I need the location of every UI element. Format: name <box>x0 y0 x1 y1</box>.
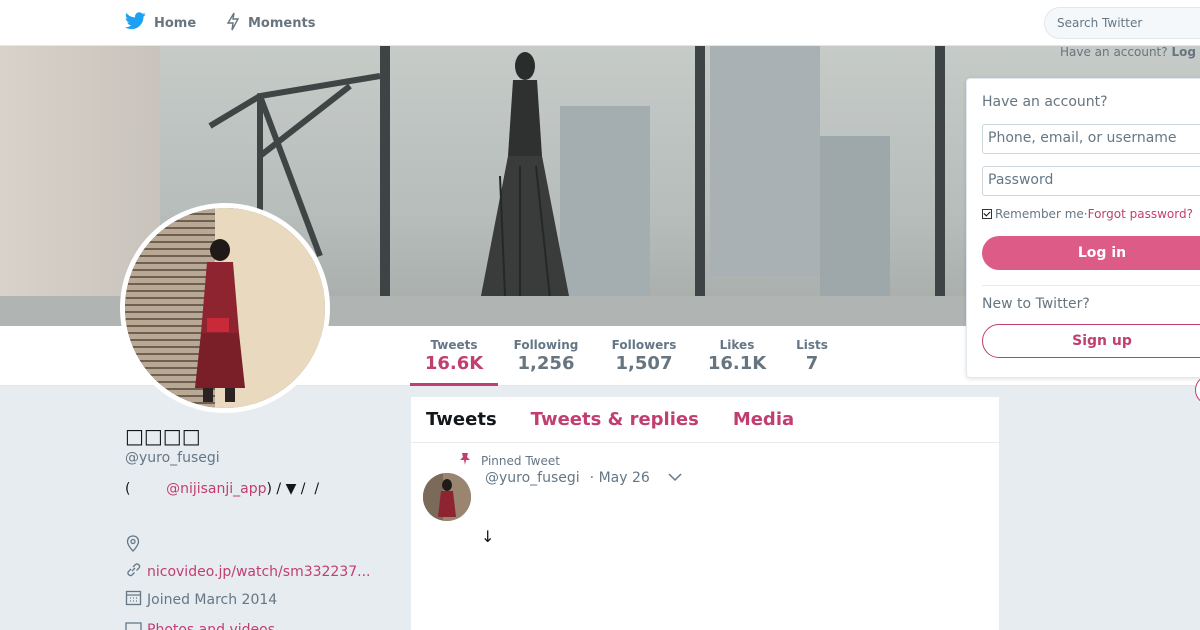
tweet-avatar[interactable] <box>423 473 471 521</box>
stat-value: 1,256 <box>517 353 575 374</box>
forgot-password-link[interactable]: Forgot password? <box>1088 207 1193 221</box>
username-placeholder: Phone, email, or username <box>988 130 1177 146</box>
twitter-bird-icon <box>125 12 154 34</box>
chevron-down-icon[interactable] <box>650 470 682 486</box>
photos-videos-link[interactable]: Photos and videos <box>147 622 275 630</box>
banner-window-frame <box>695 46 705 326</box>
login-title: Have an account? <box>982 94 1108 110</box>
avatar-person <box>195 239 245 402</box>
tweet-handle[interactable]: @yuro_fusegi <box>485 470 580 486</box>
profile-handle[interactable]: @yuro_fusegi <box>125 450 220 466</box>
search-input[interactable]: Search Twitter <box>1044 7 1200 39</box>
stat-lists[interactable]: Lists 7 <box>788 326 836 386</box>
stat-value: 7 <box>805 353 819 374</box>
stat-label: Tweets <box>430 338 478 352</box>
profile-url: nicovideo.jp/watch/sm332237... <box>125 561 371 582</box>
banner-window-frame <box>935 46 945 326</box>
profile-joined: Joined March 2014 <box>125 589 277 610</box>
tweet-header: @yuro_fusegi · May 26 <box>485 470 682 486</box>
signup-button[interactable]: Sign up <box>982 324 1200 358</box>
top-have-account: Have an account? Log <box>1060 45 1196 59</box>
stat-value: 16.6K <box>424 353 484 374</box>
timeline: Tweets Tweets & replies Media Pinned Twe… <box>411 397 999 630</box>
profile-name: □□□□ <box>125 424 201 448</box>
remember-row: Remember me · Forgot password? <box>982 207 1193 221</box>
pin-icon <box>459 452 481 469</box>
bio-suffix: ) / ▼ / / <box>266 481 320 497</box>
stat-likes[interactable]: Likes 16.1K <box>700 326 774 386</box>
nav-moments-label: Moments <box>248 15 316 31</box>
login-button[interactable]: Log in <box>982 236 1200 270</box>
remember-checkbox[interactable] <box>982 209 992 219</box>
calendar-icon <box>125 589 147 610</box>
profile-bio: ( @nijisanji_app) / ▼ / / <box>125 481 319 497</box>
banner-building <box>710 46 820 276</box>
tweet-date[interactable]: · May 26 <box>590 470 650 486</box>
stat-followers[interactable]: Followers 1,507 <box>602 326 686 386</box>
profile-avatar[interactable] <box>120 203 330 413</box>
tweet-text: ↓ <box>481 527 495 546</box>
top-navigation-bar: Home Moments Search Twitter <box>0 0 1200 46</box>
nav-home-label: Home <box>154 15 197 31</box>
tab-media[interactable]: Media <box>733 409 794 430</box>
lightning-icon <box>226 12 248 35</box>
top-login-link[interactable]: Log <box>1171 45 1195 59</box>
stat-tweets[interactable]: Tweets 16.6K <box>410 326 498 386</box>
have-account-text: Have an account? <box>1060 45 1168 59</box>
tab-tweets-replies[interactable]: Tweets & replies <box>531 409 699 430</box>
tab-tweets[interactable]: Tweets <box>426 409 497 430</box>
remember-label[interactable]: Remember me <box>995 207 1084 221</box>
stat-label: Following <box>513 338 579 352</box>
location-pin-icon <box>125 535 146 556</box>
nav-home-link[interactable]: Home <box>125 0 196 46</box>
login-panel: Have an account? Phone, email, or userna… <box>966 78 1200 378</box>
stat-label: Lists <box>796 338 828 352</box>
password-field[interactable]: Password <box>982 166 1200 196</box>
banner-building <box>820 136 890 296</box>
joined-text: Joined March 2014 <box>147 591 278 608</box>
bio-prefix: ( <box>125 481 167 497</box>
nav-moments-link[interactable]: Moments <box>226 0 315 46</box>
stat-label: Likes <box>719 338 755 352</box>
link-icon <box>125 561 147 582</box>
pinned-tweet-label: Pinned Tweet <box>459 452 560 469</box>
stat-following[interactable]: Following 1,256 <box>504 326 588 386</box>
media-icon <box>125 622 147 630</box>
stat-value: 16.1K <box>707 353 767 374</box>
login-divider <box>982 285 1200 286</box>
profile-url-link[interactable]: nicovideo.jp/watch/sm332237... <box>147 564 371 580</box>
stat-value: 1,507 <box>615 353 673 374</box>
pinned-text: Pinned Tweet <box>481 453 560 468</box>
timeline-tabs: Tweets Tweets & replies Media <box>411 397 999 443</box>
profile-location <box>125 535 146 556</box>
profile-photos-videos[interactable]: Photos and videos <box>125 622 275 630</box>
banner-figure <box>480 52 570 301</box>
stat-label: Followers <box>611 338 677 352</box>
new-to-twitter-label: New to Twitter? <box>982 296 1090 312</box>
search-placeholder: Search Twitter <box>1057 16 1143 30</box>
bio-mention-link[interactable]: @nijisanji_app <box>166 481 266 497</box>
password-placeholder: Password <box>988 172 1054 188</box>
username-field[interactable]: Phone, email, or username <box>982 124 1200 154</box>
